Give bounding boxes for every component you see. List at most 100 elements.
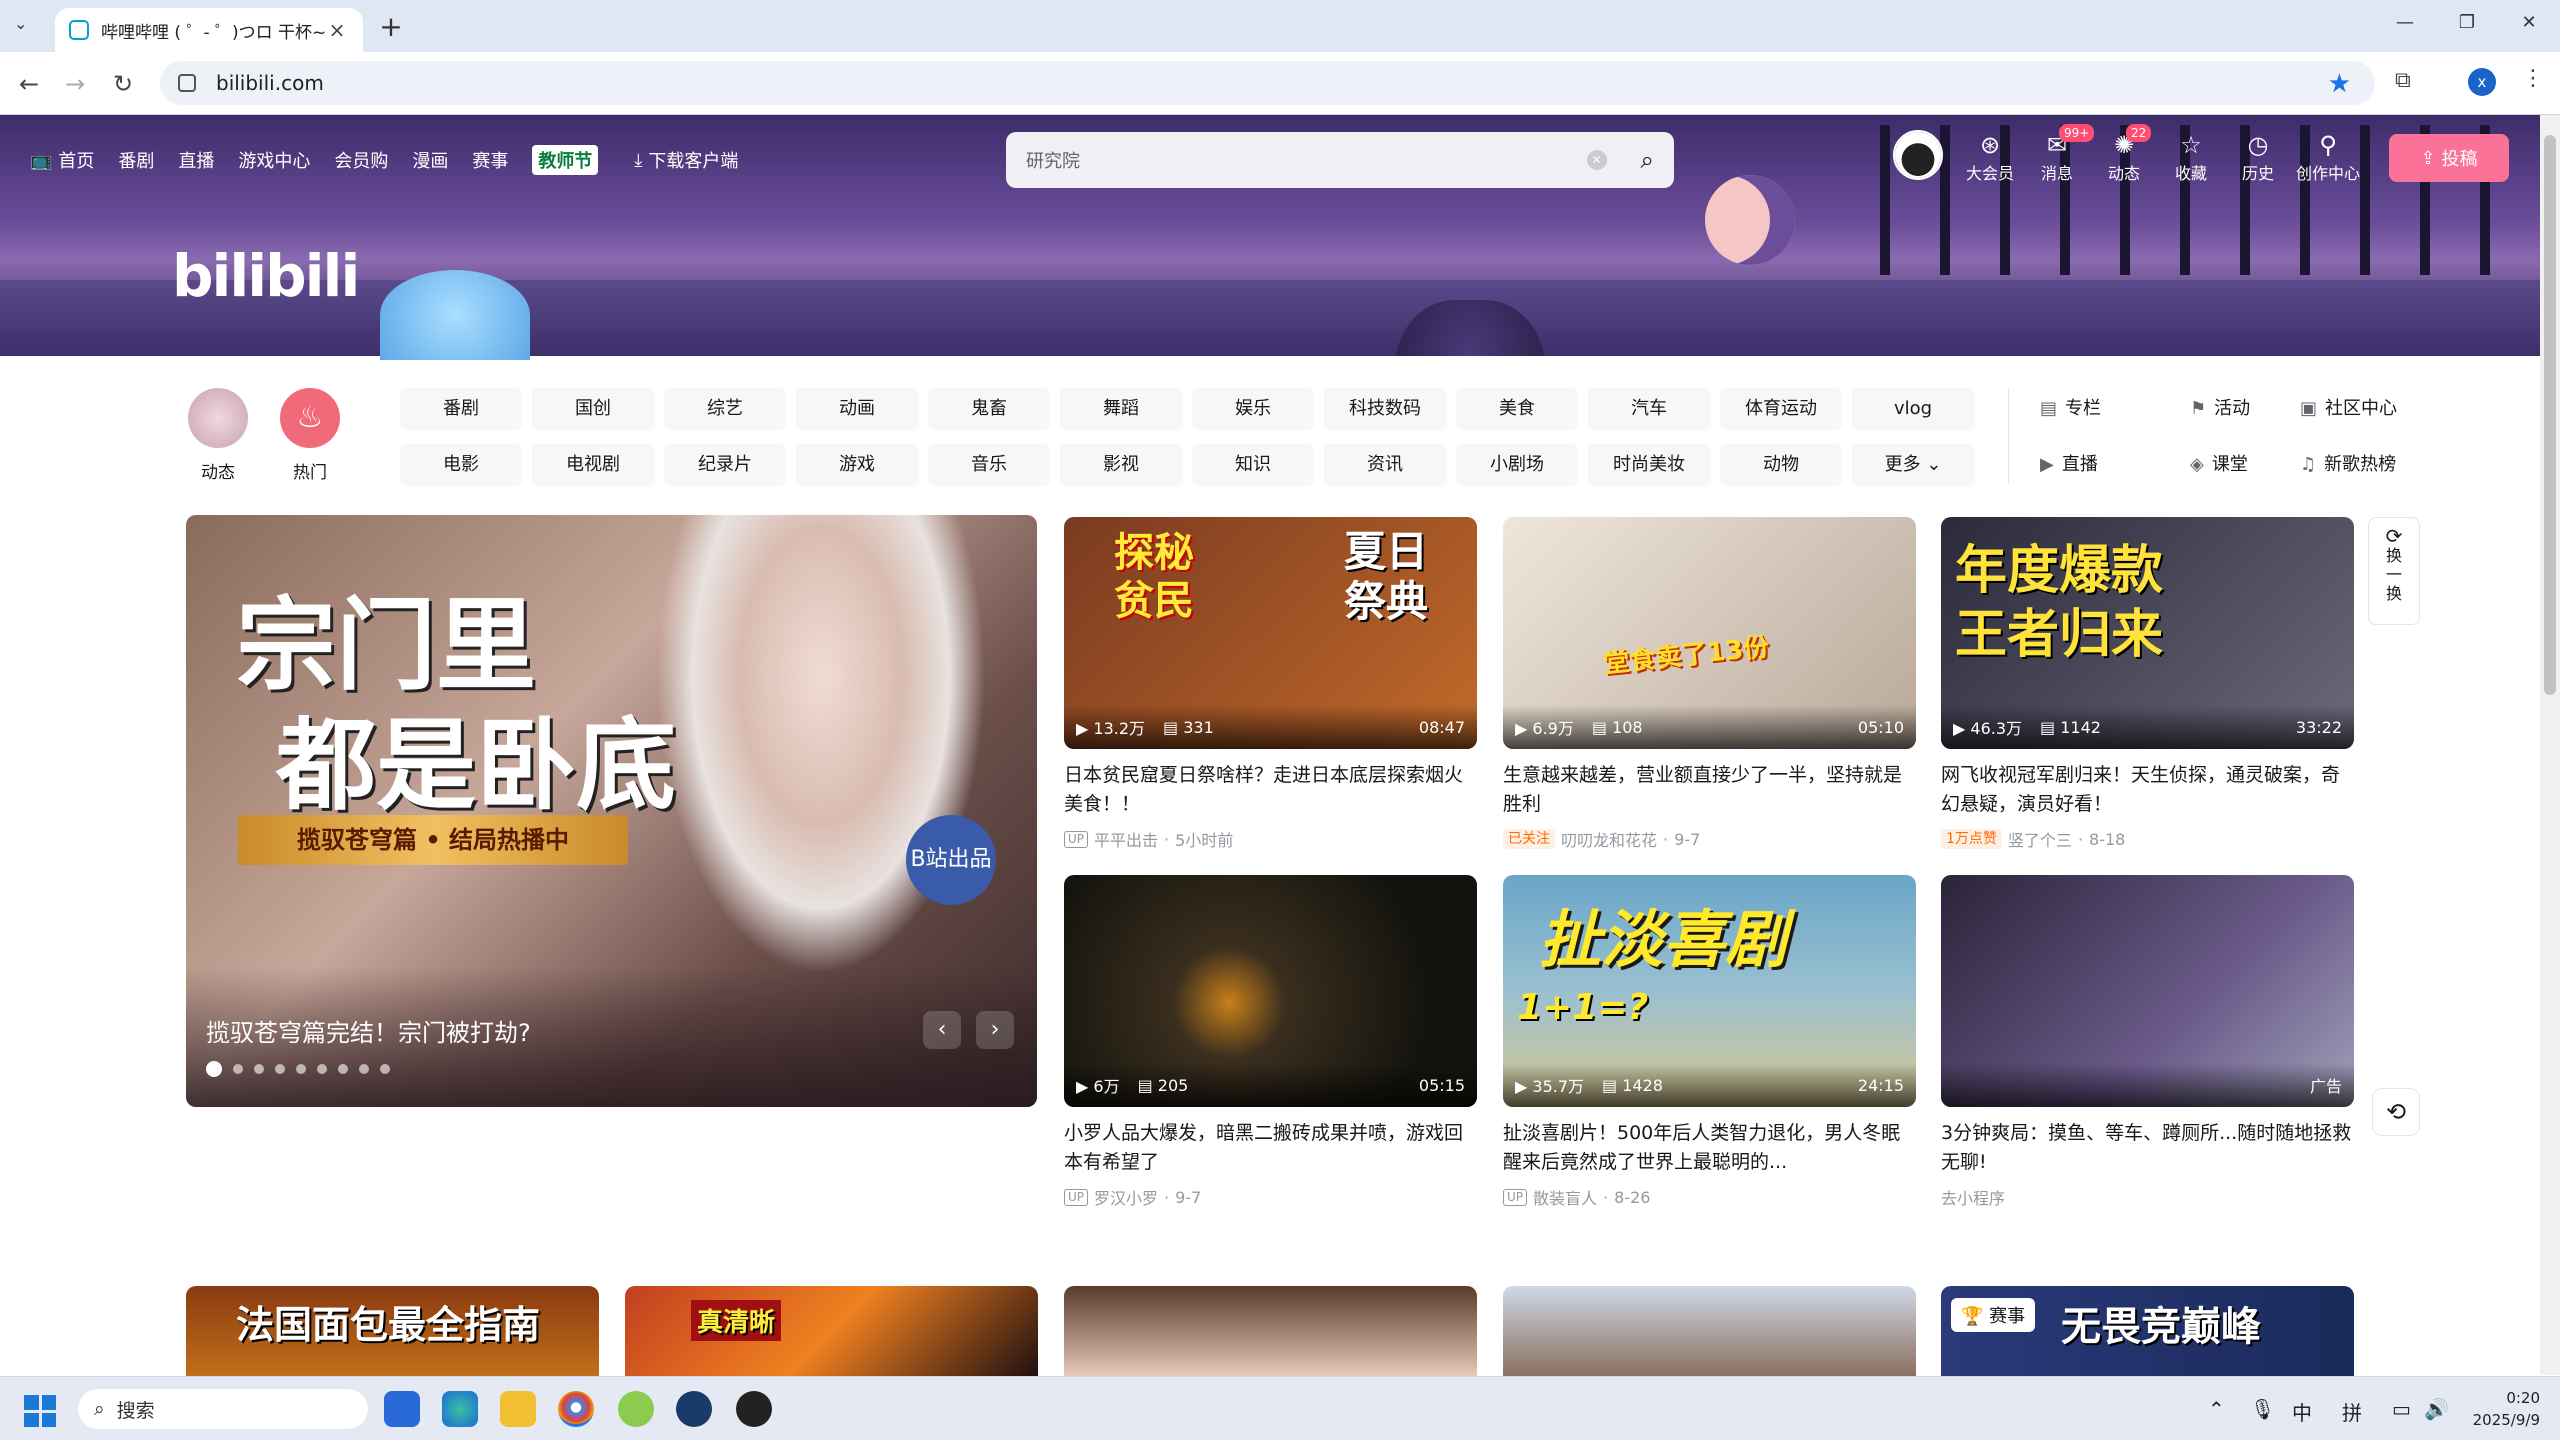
channel-item[interactable]: 动物 — [1720, 444, 1842, 486]
minimize-icon[interactable]: — — [2388, 12, 2422, 33]
header-message[interactable]: ✉ 99+ 消息 — [2027, 124, 2095, 184]
video-title[interactable]: 扯淡喜剧片！500年后人类智力退化，男人冬眠醒来后竟然成了世界上最聪明的... — [1503, 1119, 1916, 1177]
channel-item[interactable]: 综艺 — [664, 388, 786, 430]
nav-home[interactable]: 📺 首页 — [30, 147, 94, 173]
channel-item[interactable]: 舞蹈 — [1060, 388, 1182, 430]
carousel-dot[interactable] — [296, 1064, 306, 1074]
video-card[interactable]: ▶ 6万 ▤ 205 05:15 小罗人品大爆发，暗黑二搬砖成果并喷，游戏回本有… — [1064, 875, 1477, 1209]
user-avatar[interactable] — [1893, 130, 1943, 180]
network-icon[interactable]: ▭ — [2392, 1397, 2411, 1421]
carousel-dot[interactable] — [338, 1064, 348, 1074]
hero-caption[interactable]: 揽驭苍穹篇完结！宗门被打劫? — [206, 1013, 531, 1048]
header-dynamic[interactable]: ✺ 22 动态 — [2094, 124, 2154, 184]
windows-start-icon[interactable] — [24, 1395, 56, 1427]
channel-item[interactable]: 美食 — [1456, 388, 1578, 430]
video-card[interactable]: 真清晰 — [625, 1286, 1038, 1376]
ime-mode[interactable]: 中 — [2292, 1397, 2312, 1426]
channel-item[interactable]: 游戏 — [796, 444, 918, 486]
search-input[interactable]: 研究院 — [1026, 147, 1587, 173]
task-view-icon[interactable] — [384, 1391, 420, 1427]
bookmark-star-icon[interactable]: ★ — [2328, 69, 2351, 99]
restore-icon[interactable]: ❐ — [2450, 12, 2484, 33]
steam-icon[interactable] — [676, 1391, 712, 1427]
channel-item[interactable]: 时尚美妆 — [1588, 444, 1710, 486]
ime-pinyin[interactable]: 拼 — [2342, 1397, 2362, 1426]
nav-esports[interactable]: 赛事 — [472, 147, 508, 173]
channel-item[interactable]: 番剧 — [400, 388, 522, 430]
nav-mall[interactable]: 会员购 — [334, 147, 388, 173]
replay-history-button[interactable]: ⟲ — [2372, 1088, 2420, 1136]
carousel-prev-icon[interactable]: ‹ — [923, 1011, 961, 1049]
link-community[interactable]: ▣ 社区中心 — [2300, 388, 2430, 430]
channel-item[interactable]: 音乐 — [928, 444, 1050, 486]
forward-icon[interactable]: → — [60, 70, 90, 98]
header-history[interactable]: ◷ 历史 — [2228, 130, 2288, 184]
edge-icon[interactable] — [442, 1391, 478, 1427]
video-card[interactable]: 法国面包最全指南 — [186, 1286, 599, 1376]
browser-menu-icon[interactable]: ⋮ — [2522, 66, 2544, 91]
video-title[interactable]: 小罗人品大爆发，暗黑二搬砖成果并喷，游戏回本有希望了 — [1064, 1119, 1477, 1177]
carousel-next-icon[interactable]: › — [976, 1011, 1014, 1049]
nav-manga[interactable]: 漫画 — [412, 147, 448, 173]
channel-item[interactable]: 鬼畜 — [928, 388, 1050, 430]
ad-thumbnail[interactable]: 广告 — [1941, 875, 2354, 1107]
channel-item[interactable]: 娱乐 — [1192, 388, 1314, 430]
extensions-icon[interactable]: ⧉ — [2395, 68, 2411, 93]
chrome-icon[interactable] — [558, 1391, 594, 1427]
channel-item[interactable]: 影视 — [1060, 444, 1182, 486]
channel-item[interactable]: 知识 — [1192, 444, 1314, 486]
nav-anime[interactable]: 番剧 — [118, 147, 154, 173]
carousel-dot[interactable] — [233, 1064, 243, 1074]
reload-icon[interactable]: ↻ — [108, 70, 138, 98]
channel-item[interactable]: vlog — [1852, 388, 1974, 430]
channel-dynamic[interactable]: 动态 — [178, 388, 258, 483]
header-creator-center[interactable]: ⚲ 创作中心 — [2295, 130, 2361, 184]
header-favorites[interactable]: ☆ 收藏 — [2161, 130, 2221, 184]
refresh-button[interactable]: ⟳ 换一换 — [2368, 517, 2420, 625]
clock[interactable]: 0:20 2025/9/9 — [2466, 1387, 2540, 1431]
video-card[interactable]: 年度爆款 王者归来 ▶ 46.3万 ▤ 1142 33:22 网飞收视冠军剧归来！… — [1941, 517, 2354, 851]
video-thumbnail[interactable]: 探秘 贫民 夏日 祭典 ▶ 13.2万 ▤ 331 08:47 — [1064, 517, 1477, 749]
channel-item[interactable]: 体育运动 — [1720, 388, 1842, 430]
channel-item[interactable]: 纪录片 — [664, 444, 786, 486]
carousel-dot[interactable] — [359, 1064, 369, 1074]
carousel-dot[interactable] — [275, 1064, 285, 1074]
carousel-dot[interactable] — [206, 1061, 222, 1077]
live-card[interactable]: 🏆 赛事 无畏竞巅峰 — [1941, 1286, 2354, 1376]
video-title[interactable]: 日本贫民窟夏日祭啥样？走进日本底层探索烟火美食！！ — [1064, 761, 1477, 819]
video-title[interactable]: 网飞收视冠军剧归来！天生侦探，通灵破案，奇幻悬疑，演员好看！ — [1941, 761, 2354, 819]
video-title[interactable]: 生意越来越差，营业额直接少了一半，坚持就是胜利 — [1503, 761, 1916, 819]
volume-icon[interactable]: 🔊 — [2424, 1397, 2449, 1421]
file-explorer-icon[interactable] — [500, 1391, 536, 1427]
nav-game-center[interactable]: 游戏中心 — [238, 147, 310, 173]
tab-close-icon[interactable]: × — [325, 18, 349, 42]
video-thumbnail[interactable]: 年度爆款 王者归来 ▶ 46.3万 ▤ 1142 33:22 — [1941, 517, 2354, 749]
close-window-icon[interactable]: ✕ — [2512, 12, 2546, 33]
app-icon[interactable] — [618, 1391, 654, 1427]
link-activity[interactable]: ⚑ 活动 — [2190, 388, 2300, 430]
link-live[interactable]: ▶ 直播 — [2040, 444, 2190, 486]
channel-hot[interactable]: ♨ 热门 — [270, 388, 350, 483]
back-icon[interactable]: ← — [14, 70, 44, 98]
microphone-icon[interactable]: 🎙 — [2250, 1397, 2275, 1421]
channel-item[interactable]: 国创 — [532, 388, 654, 430]
channel-item[interactable]: 资讯 — [1324, 444, 1446, 486]
carousel-dot[interactable] — [380, 1064, 390, 1074]
clear-search-icon[interactable]: ✕ — [1586, 150, 1607, 170]
ad-card[interactable]: 广告 3分钟爽局：摸鱼、等车、蹲厕所...随时随地拯救无聊! 去小程序 — [1941, 875, 2354, 1209]
browser-tab[interactable]: 哔哩哔哩 ( ゜- ゜)つロ 干杯~-b × — [55, 8, 363, 52]
header-vip[interactable]: ⊛ 大会员 — [1960, 130, 2020, 184]
hero-carousel[interactable]: 宗门里 都是卧底 揽驭苍穹篇 • 结局热播中 B站出品 揽驭苍穹篇完结！宗门被打… — [186, 515, 1037, 1107]
tray-chevron-icon[interactable]: ⌃ — [2208, 1397, 2225, 1421]
search-icon[interactable]: ⌕ — [1641, 146, 1654, 174]
nav-live[interactable]: 直播 — [178, 147, 214, 173]
carousel-dot[interactable] — [317, 1064, 327, 1074]
site-info-icon[interactable] — [178, 74, 196, 92]
scrollbar-thumb[interactable] — [2544, 135, 2556, 695]
video-card[interactable] — [1503, 1286, 1916, 1376]
url-field[interactable]: bilibili.com ★ — [160, 61, 2375, 105]
video-card[interactable]: 堂食卖了13份 ▶ 6.9万 ▤ 108 05:10 生意越来越差，营业额直接少… — [1503, 517, 1916, 851]
video-card[interactable] — [1064, 1286, 1477, 1376]
channel-more[interactable]: 更多 ⌄ — [1852, 444, 1974, 486]
nav-download-client[interactable]: ⤓ 下载客户端 — [622, 147, 738, 173]
